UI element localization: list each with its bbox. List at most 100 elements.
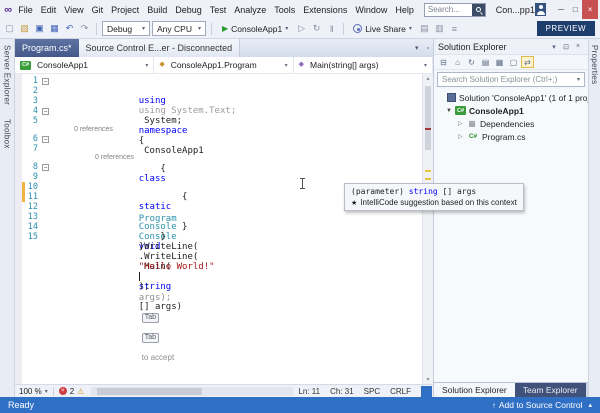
extensions-icon[interactable]: ≡ [448,24,461,34]
fold-toggle-icon[interactable]: − [42,136,49,143]
collapsed-arrow-icon[interactable]: ▷ [458,134,463,140]
collapsed-arrow-icon[interactable]: ▷ [458,121,463,127]
close-button[interactable]: × [582,0,598,19]
document-tab[interactable]: Source Control E...er - Disconnected [79,39,241,57]
save-icon[interactable]: ▣ [33,23,46,34]
panel-tab[interactable]: Solution Explorer [434,383,515,397]
maximize-button[interactable]: □ [568,0,582,19]
chevron-down-icon: ▾ [198,25,201,32]
line-number: 3 [25,96,42,106]
live-share-button[interactable]: Live Share ▾ [349,24,416,34]
menu-item[interactable]: Build [143,4,171,16]
menu-item[interactable]: Tools [270,4,299,16]
scrollbar-thumb[interactable] [97,388,202,395]
properties-icon[interactable]: ▦ [493,56,506,68]
tree-item[interactable]: Solution 'ConsoleApp1' (1 of 1 project) [434,91,588,104]
solution-configuration-dropdown[interactable]: Debug ▾ [102,21,150,36]
search-icon[interactable] [472,4,485,16]
breadcrumb-segment[interactable]: Main(string[] args) ▾ [294,57,433,73]
collapse-all-icon[interactable]: ⊟ [437,56,450,68]
tool-window-tab[interactable]: Toolbox [3,119,12,149]
navigation-bar: ConsoleApp1 ▾ ConsoleApp1.Program ▾ Main… [15,57,433,74]
show-all-files-icon[interactable]: ▤ [479,56,492,68]
code-token: .WriteLine( [139,252,199,262]
menu-item[interactable]: Git [88,4,108,16]
issue-count[interactable]: 2 [70,387,74,396]
panel-tab[interactable]: Team Explorer [515,383,586,397]
open-file-icon[interactable]: ▨ [18,23,31,34]
notification-corner [421,386,432,397]
code-token: } [139,232,166,242]
start-without-debugging-icon[interactable]: ▷ [295,23,308,34]
line-number: 10 [25,182,42,192]
preview-selected-items-icon[interactable]: ▢ [507,56,520,68]
spaces-indicator[interactable]: SPC [364,387,380,396]
new-project-icon[interactable]: ▢ [3,23,16,34]
scroll-down-icon[interactable]: ▾ [423,376,433,383]
code-line: 7 { [15,144,433,154]
vertical-scrollbar[interactable]: ▴ ▾ [422,74,433,384]
menu-item[interactable]: Extensions [299,4,351,16]
line-ending-indicator[interactable]: CRLF [390,387,411,396]
user-avatar-icon[interactable] [535,3,546,16]
preview-button[interactable]: PREVIEW [537,21,595,36]
menu-item[interactable]: Project [107,4,143,16]
breadcrumb-segment[interactable]: ConsoleApp1.Program ▾ [154,57,293,73]
undo-icon[interactable]: ↶ [63,23,76,34]
menu-item[interactable]: Window [351,4,391,16]
tree-item[interactable]: ▷ Dependencies [434,117,588,130]
document-tab[interactable]: Program.cs* [15,39,79,57]
line-number: 2 [25,86,42,96]
refresh-icon[interactable]: ↻ [465,56,478,68]
object-browser-icon[interactable]: ▥ [433,23,446,34]
chevron-up-icon[interactable]: ▴ [588,401,592,409]
zoom-control[interactable]: 100 % ▾ [19,387,48,396]
horizontal-scrollbar[interactable] [91,387,293,396]
fold-toggle-icon[interactable]: − [42,78,49,85]
line-number: 6 [25,134,42,144]
codelens-references[interactable]: 0 references [15,126,433,134]
scroll-up-icon[interactable]: ▴ [423,75,433,82]
magnifier-icon [476,7,481,12]
scrollbar-thumb[interactable] [425,86,431,150]
menu-item[interactable]: Debug [171,4,206,16]
line-number: 1 [25,76,42,86]
tool-window-tab[interactable]: Server Explorer [3,45,12,105]
quick-search-input[interactable]: Search... [424,3,486,17]
menu-item[interactable]: View [60,4,87,16]
save-all-icon[interactable]: ▦ [48,23,61,34]
menu-item[interactable]: Test [206,4,231,16]
solution-search-input[interactable]: Search Solution Explorer (Ctrl+;) ▾ [437,72,585,87]
close-icon[interactable]: × [572,43,584,50]
window-position-icon[interactable]: ▾ [548,43,560,51]
float-window-icon[interactable]: ▫ [423,39,433,57]
add-to-source-control-button[interactable]: Add to Source Control [499,400,583,410]
expanded-arrow-icon[interactable]: ▼ [446,108,452,114]
pin-icon[interactable]: ⊡ [560,43,572,51]
menu-item[interactable]: Edit [37,4,61,16]
tree-item[interactable]: ▷ Program.cs [434,130,588,143]
sync-with-active-document-icon[interactable]: ⇄ [521,56,534,68]
active-files-dropdown-icon[interactable]: ▾ [411,39,423,57]
error-icon[interactable] [59,387,67,395]
breadcrumb-segment[interactable]: ConsoleApp1 ▾ [15,57,154,73]
menu-item[interactable]: Analyze [230,4,270,16]
fold-toggle-icon[interactable]: − [42,164,49,171]
start-debugging-button[interactable]: ▶ ConsoleApp1 ▾ [217,21,293,37]
toolbar-separator [96,23,97,35]
menu-item[interactable]: Help [391,4,418,16]
command-window-icon[interactable]: ▤ [418,23,431,34]
tool-window-tab[interactable]: Properties [590,45,599,84]
tree-item[interactable]: ▼ ConsoleApp1 [434,104,588,117]
menu-item[interactable]: File [14,4,37,16]
fold-toggle-icon[interactable]: − [42,108,49,115]
hot-reload-icon[interactable]: ↻ [310,23,323,34]
solution-platform-dropdown[interactable]: Any CPU ▾ [152,21,206,36]
warning-icon[interactable]: ⚠ [77,387,84,396]
code-editor[interactable]: 1 − using System; [15,74,433,384]
home-icon[interactable]: ⌂ [451,56,464,68]
minimize-button[interactable]: ─ [554,0,568,19]
break-all-icon[interactable]: ‖ [325,24,338,34]
line-number: 9 [25,172,42,182]
redo-icon[interactable]: ↷ [78,23,91,34]
